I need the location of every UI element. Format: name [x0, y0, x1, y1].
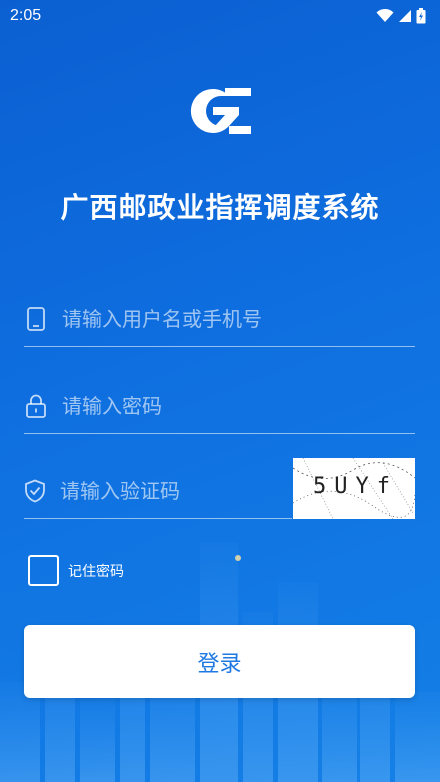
shield-check-icon [24, 479, 46, 503]
login-button[interactable]: 登录 [24, 625, 415, 698]
battery-charging-icon [416, 8, 426, 24]
lock-icon [24, 394, 48, 418]
captcha-text: 5UYf [313, 474, 398, 499]
brand-logo-icon [190, 88, 251, 134]
app-title: 广西邮政业指挥调度系统 [60, 191, 380, 224]
password-field [24, 378, 415, 434]
remember-password-checkbox[interactable] [28, 555, 59, 586]
remember-password-row[interactable]: 记住密码 [28, 555, 124, 586]
phone-icon [24, 306, 48, 331]
captcha-input[interactable] [60, 470, 309, 511]
signal-icon [399, 10, 411, 22]
password-input[interactable] [62, 385, 415, 426]
captcha-field [24, 463, 309, 519]
status-time: 2:05 [10, 7, 42, 24]
username-input[interactable] [62, 298, 415, 339]
wifi-icon [376, 9, 394, 22]
captcha-image[interactable]: 5UYf [293, 458, 415, 519]
remember-password-label: 记住密码 [68, 563, 124, 580]
status-bar: 2:05 [0, 0, 440, 32]
username-field [24, 291, 415, 347]
